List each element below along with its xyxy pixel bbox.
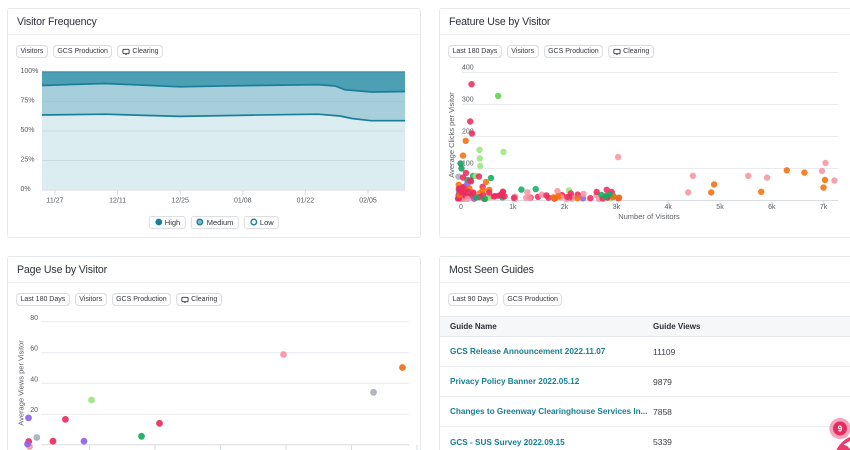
svg-text:40: 40 [30,376,38,383]
svg-text:01/22: 01/22 [297,198,315,205]
svg-text:20: 20 [30,407,38,414]
svg-text:02/05: 02/05 [359,198,377,205]
svg-text:4k: 4k [664,204,672,211]
svg-text:12/25: 12/25 [171,198,189,205]
svg-text:25%: 25% [21,157,35,164]
svg-text:100%: 100% [21,68,39,75]
svg-text:0%: 0% [21,186,31,193]
svg-text:11/27: 11/27 [47,198,64,205]
svg-text:Number of Visitors: Number of Visitors [618,212,680,221]
svg-text:3k: 3k [613,204,621,211]
svg-text:01/08: 01/08 [234,198,252,205]
svg-text:2k: 2k [561,204,569,211]
svg-text:75%: 75% [21,98,35,105]
svg-text:1k: 1k [509,204,517,211]
svg-text:6k: 6k [768,204,776,211]
svg-text:60: 60 [30,346,38,353]
svg-text:50%: 50% [21,127,35,134]
svg-text:7k: 7k [820,204,828,211]
svg-text:300: 300 [462,97,474,104]
svg-text:0: 0 [459,204,463,211]
svg-text:80: 80 [30,315,38,322]
svg-text:5k: 5k [716,204,724,211]
svg-text:Average Clicks per Visitor: Average Clicks per Visitor [447,92,456,178]
svg-text:9: 9 [838,425,843,434]
svg-text:Average Views per Visitor: Average Views per Visitor [17,340,26,426]
svg-text:12/11: 12/11 [109,198,126,205]
svg-text:400: 400 [462,65,474,72]
